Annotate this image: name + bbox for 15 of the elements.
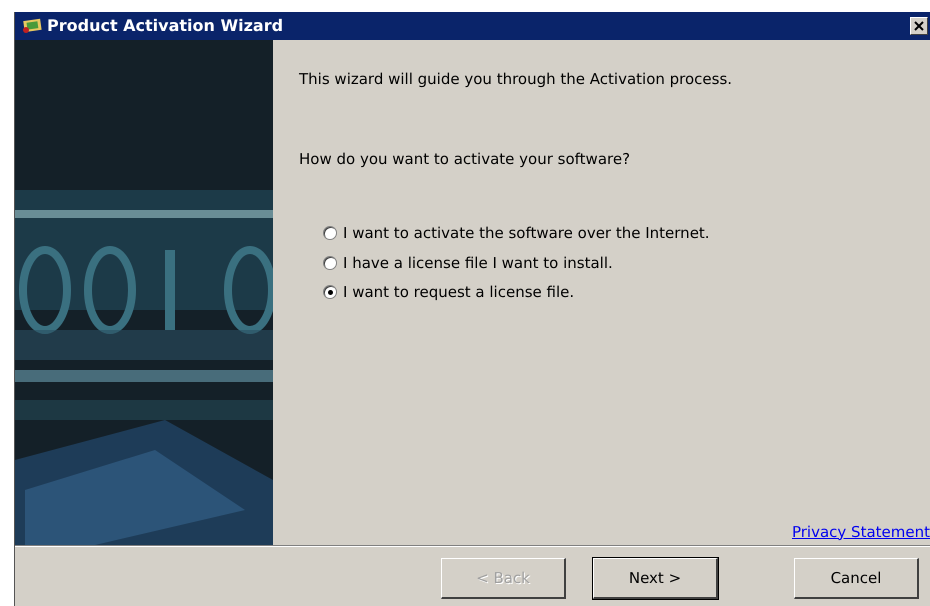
radio-button[interactable] — [323, 256, 337, 270]
option-label[interactable]: I want to activate the software over the Internet. — [343, 222, 710, 244]
app-icon — [21, 18, 43, 34]
wizard-button[interactable]: Cancel — [794, 558, 919, 599]
wizard-button[interactable]: Next > — [593, 558, 718, 599]
option-label[interactable]: I want to request a license file. — [343, 281, 574, 304]
option-label[interactable]: I have a license file I want to install. — [343, 252, 613, 274]
privacy-statement-link[interactable]: Privacy Statement — [792, 520, 930, 543]
close-button[interactable] — [910, 17, 928, 35]
radio-button[interactable] — [323, 285, 337, 300]
close-icon — [914, 21, 924, 31]
radio-button[interactable] — [323, 226, 337, 240]
intro-text: This wizard will guide you through the Activation process. — [299, 69, 734, 90]
question-text: How do you want to activate your software? — [299, 148, 632, 170]
window-title: Product Activation Wizard — [47, 15, 284, 37]
